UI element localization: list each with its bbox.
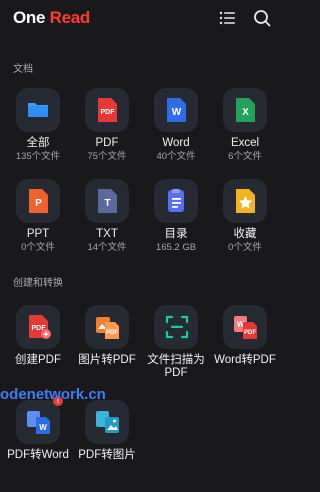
tool-create-pdf[interactable]: PDF 创建PDF xyxy=(4,305,72,367)
tool-label: 创建PDF xyxy=(15,354,61,366)
watermark-text: odenetwork.cn xyxy=(0,386,106,403)
tool-label: PDF转图片 xyxy=(78,449,136,461)
svg-text:X: X xyxy=(242,107,249,118)
tool-image-to-pdf[interactable]: PDF 图片转PDF xyxy=(73,305,141,367)
category-label: PDF xyxy=(95,137,119,149)
pdf-to-image-icon xyxy=(85,400,129,444)
app-logo: One Read xyxy=(13,8,90,28)
category-count: 14个文件 xyxy=(87,242,127,253)
category-count: 0个文件 xyxy=(21,242,55,253)
word-icon: W xyxy=(154,88,198,132)
doc-category-txt[interactable]: T TXT 14个文件 xyxy=(73,179,141,253)
tool-pdf-to-word[interactable]: W ! PDF转Word xyxy=(4,396,72,462)
scan-to-pdf-icon xyxy=(154,305,198,349)
image-to-pdf-icon: PDF xyxy=(85,305,129,349)
category-label: Excel xyxy=(230,137,260,149)
svg-text:PDF: PDF xyxy=(101,109,116,116)
category-count: 165.2 GB xyxy=(155,242,197,253)
doc-category-excel[interactable]: X Excel 6个文件 xyxy=(211,88,279,162)
tool-scan-to-pdf[interactable]: 文件扫描为PDF xyxy=(142,305,210,380)
ppt-icon: P xyxy=(16,179,60,223)
doc-category-word[interactable]: W Word 40个文件 xyxy=(142,88,210,162)
doc-category-pdf[interactable]: PDF PDF 75个文件 xyxy=(73,88,141,162)
tool-label: 图片转PDF xyxy=(78,354,136,366)
list-icon[interactable] xyxy=(219,9,237,27)
section-title-documents: 文档 xyxy=(13,64,33,75)
category-label: Word xyxy=(162,137,190,149)
category-count: 0个文件 xyxy=(228,242,262,253)
category-label: 收藏 xyxy=(233,228,257,240)
category-label: PPT xyxy=(26,228,50,240)
excel-icon: X xyxy=(223,88,267,132)
svg-text:PDF: PDF xyxy=(244,330,256,336)
doc-category-favorites[interactable]: 收藏 0个文件 xyxy=(211,179,279,253)
category-count: 6个文件 xyxy=(228,151,262,162)
category-label: TXT xyxy=(96,228,118,240)
category-count: 135个文件 xyxy=(15,151,61,162)
section-title-create-convert: 创建和转换 xyxy=(13,278,63,289)
pdf-icon: PDF xyxy=(85,88,129,132)
svg-text:P: P xyxy=(35,198,42,209)
brand-read: Read xyxy=(49,8,91,27)
word-to-pdf-icon: W PDF xyxy=(223,305,267,349)
pdf-to-word-icon: W ! xyxy=(16,396,63,444)
svg-text:PDF: PDF xyxy=(106,330,118,336)
search-icon[interactable] xyxy=(253,9,271,27)
directory-icon xyxy=(154,179,198,223)
category-label: 全部 xyxy=(26,137,50,149)
category-count: 40个文件 xyxy=(156,151,196,162)
tool-pdf-to-image[interactable]: PDF转图片 xyxy=(73,400,141,462)
category-count: 75个文件 xyxy=(87,151,127,162)
folder-icon xyxy=(16,88,60,132)
tool-label: Word转PDF xyxy=(214,354,276,366)
svg-text:T: T xyxy=(104,198,110,209)
app-header: One Read xyxy=(0,0,284,36)
tool-label: PDF转Word xyxy=(7,449,69,461)
doc-category-all[interactable]: 全部 135个文件 xyxy=(4,88,72,162)
category-label: 目录 xyxy=(164,228,188,240)
tool-word-to-pdf[interactable]: W PDF Word转PDF xyxy=(211,305,279,367)
doc-category-directory[interactable]: 目录 165.2 GB xyxy=(142,179,210,253)
doc-category-ppt[interactable]: P PPT 0个文件 xyxy=(4,179,72,253)
svg-text:W: W xyxy=(39,423,47,432)
txt-icon: T xyxy=(85,179,129,223)
tool-label: 文件扫描为PDF xyxy=(147,354,205,379)
create-pdf-icon: PDF xyxy=(16,305,60,349)
favorites-star-icon xyxy=(223,179,267,223)
brand-one: One xyxy=(13,8,46,27)
svg-text:W: W xyxy=(172,107,182,118)
